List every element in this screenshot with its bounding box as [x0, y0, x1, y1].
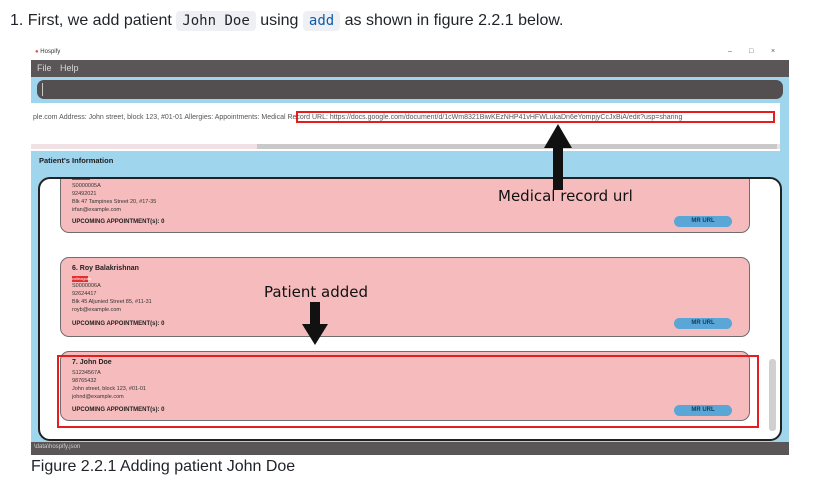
step-suffix: as shown in figure 2.2.1 below.: [344, 12, 564, 29]
status-path: \data\hospify.json: [34, 444, 81, 450]
patient-card[interactable]: 6. Roy Balakrishnan colleagues S0000006A…: [60, 257, 750, 337]
status-bar: \data\hospify.json: [31, 442, 789, 455]
app-title: ● Hospify: [35, 49, 60, 55]
patient-list: S0000005A 92492021 Blk 47 Tampines Stree…: [38, 177, 782, 441]
figure-caption: Figure 2.2.1 Adding patient John Doe: [31, 458, 296, 475]
medical-record-highlight: [296, 111, 775, 123]
command-input[interactable]: [37, 80, 783, 99]
patient-phone: 92492021: [72, 191, 97, 197]
mr-url-button[interactable]: MR URL: [674, 216, 732, 227]
menu-file[interactable]: File: [37, 63, 52, 73]
step-mid: using: [260, 12, 299, 29]
maximize-icon[interactable]: □: [749, 48, 753, 55]
mr-url-button[interactable]: MR URL: [674, 318, 732, 329]
arrow-up-icon: [544, 124, 572, 190]
minimize-icon[interactable]: –: [728, 48, 732, 55]
new-patient-highlight: [57, 355, 759, 428]
inline-code-command: add: [302, 11, 341, 31]
result-scrollbar[interactable]: [257, 144, 777, 149]
menu-help[interactable]: Help: [60, 63, 79, 73]
tag-badge: colleagues: [72, 276, 92, 282]
patient-nric: S0000006A: [72, 283, 101, 289]
arrow-down-icon: [302, 302, 328, 345]
patient-phone: 92624417: [72, 291, 97, 297]
menu-bar: File Help: [31, 60, 789, 77]
patient-address: Blk 45 Aljunied Street 85, #11-31: [72, 299, 152, 305]
close-icon[interactable]: ×: [771, 48, 775, 55]
patient-email: royb@example.com: [72, 307, 121, 313]
patient-nric: S0000005A: [72, 183, 101, 189]
result-display: ple.com Address: John street, block 123,…: [31, 103, 780, 151]
upcoming-appointments: UPCOMING APPOINTMENT(s): 0: [72, 321, 165, 327]
result-prefix: ple.com Address: John street, block 123,…: [33, 114, 260, 121]
inline-code-patient: John Doe: [176, 11, 256, 31]
upcoming-appointments: UPCOMING APPOINTMENT(s): 0: [72, 219, 165, 225]
tag-badge: [72, 179, 90, 180]
app-logo-icon: ●: [35, 49, 39, 55]
patient-email: irfan@example.com: [72, 207, 121, 213]
app-screenshot: ● Hospify – □ × File Help ple.com Addres…: [31, 46, 789, 455]
window-titlebar: ● Hospify – □ ×: [31, 46, 789, 60]
annotation-patient-added: Patient added: [264, 283, 368, 301]
text-caret: [42, 83, 43, 96]
annotation-medical-record: Medical record url: [498, 187, 633, 205]
section-title: Patient's Information: [39, 156, 114, 165]
patient-card[interactable]: S0000005A 92492021 Blk 47 Tampines Stree…: [60, 179, 750, 233]
list-scrollbar[interactable]: [769, 359, 776, 431]
step-prefix: 1. First, we add patient: [10, 12, 172, 29]
patient-name: 6. Roy Balakrishnan: [72, 265, 139, 272]
app-title-text: Hospify: [40, 49, 61, 55]
step-text: 1. First, we add patient John Doe using …: [10, 8, 563, 34]
patient-address: Blk 47 Tampines Street 20, #17-35: [72, 199, 157, 205]
